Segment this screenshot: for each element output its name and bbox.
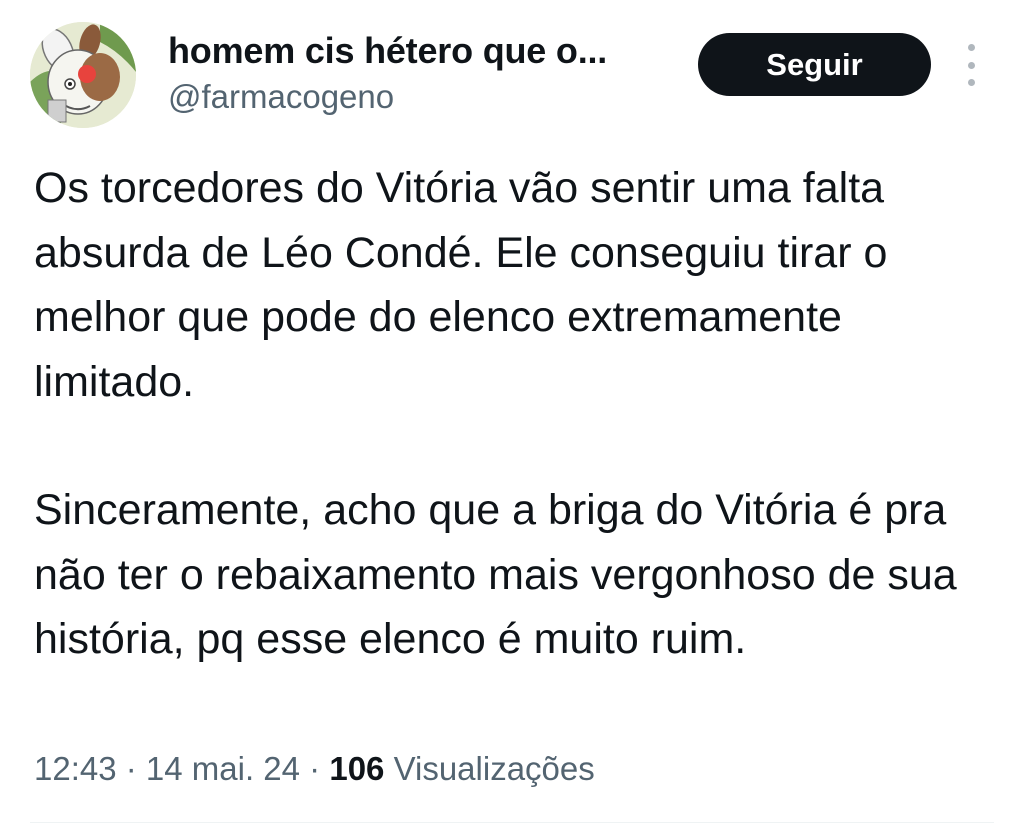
views-count: 106 bbox=[329, 750, 385, 787]
tweet-text: Os torcedores do Vitória vão sentir uma … bbox=[34, 156, 994, 672]
tweet-metadata: 12:43 · 14 mai. 24 · 106 Visualizações bbox=[34, 750, 595, 788]
tweet-paragraph: Os torcedores do Vitória vão sentir uma … bbox=[34, 164, 888, 406]
dot bbox=[967, 44, 975, 51]
dot bbox=[967, 61, 975, 69]
avatar[interactable] bbox=[30, 22, 136, 128]
tweet-paragraph: Sinceramente, acho que a briga do Vitóri… bbox=[34, 486, 957, 663]
separator: · bbox=[116, 750, 146, 787]
display-name[interactable]: homem cis hétero que o... bbox=[168, 30, 607, 72]
tweet-time[interactable]: 12:43 bbox=[34, 750, 117, 787]
more-options-icon[interactable] bbox=[956, 44, 986, 86]
views-label: Visualizações bbox=[393, 750, 595, 787]
cartoon-rabbit-avatar-icon bbox=[30, 22, 136, 128]
separator: · bbox=[300, 750, 330, 787]
user-handle[interactable]: @farmacogeno bbox=[168, 78, 394, 116]
follow-button[interactable]: Seguir bbox=[698, 33, 931, 96]
tweet-date[interactable]: 14 mai. 24 bbox=[146, 750, 300, 787]
dot bbox=[967, 79, 975, 86]
divider bbox=[30, 822, 994, 823]
